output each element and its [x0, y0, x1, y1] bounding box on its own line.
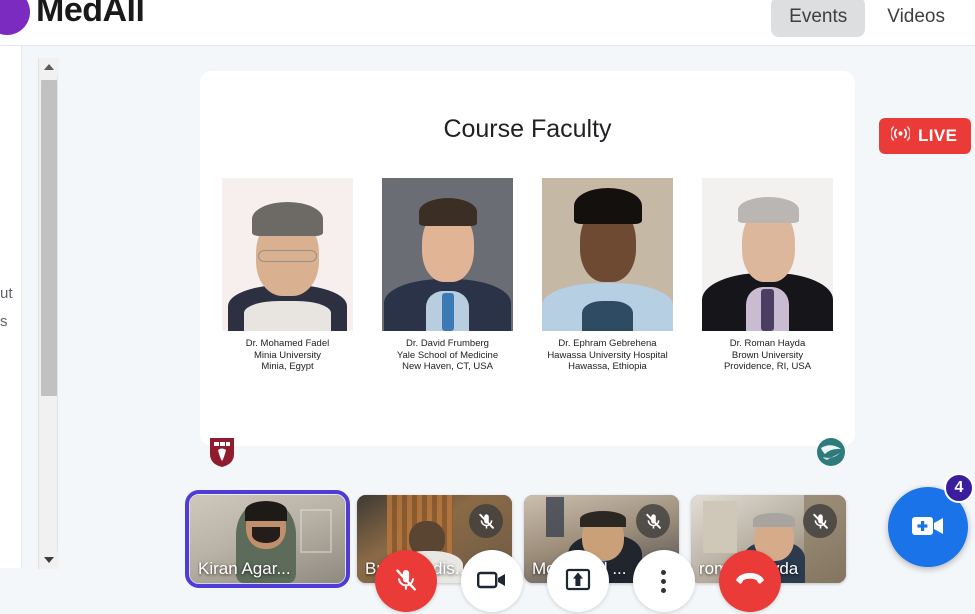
- mic-off-icon: [636, 504, 670, 538]
- harvard-shield-logo: [208, 436, 236, 468]
- scroll-up-arrow-icon[interactable]: [39, 58, 59, 76]
- top-header: MedAll Events Videos: [0, 0, 975, 45]
- tab-videos[interactable]: Videos: [869, 0, 963, 37]
- faculty-photo: [702, 178, 833, 331]
- live-status-badge[interactable]: LIVE: [879, 118, 972, 154]
- faculty-institution: Minia University: [253, 349, 322, 361]
- faculty-caption: Dr. Ephram Gebrehena Hawassa University …: [542, 338, 673, 373]
- left-sidebar-clipped: ut s: [0, 46, 22, 568]
- mic-off-icon: [469, 504, 503, 538]
- microphone-off-button[interactable]: [374, 550, 437, 612]
- faculty-location: Providence, RI, USA: [723, 361, 812, 372]
- faculty-name: Dr. Roman Hayda: [729, 338, 806, 349]
- call-controls-bar: [0, 548, 975, 614]
- brand-logo[interactable]: MedAll: [0, 0, 145, 35]
- faculty-location: New Haven, CT, USA: [402, 361, 493, 372]
- more-options-button[interactable]: [632, 550, 695, 612]
- add-video-icon: [911, 513, 945, 542]
- sidebar-fragment-1[interactable]: ut: [0, 285, 13, 302]
- medall-live-event-page: MedAll Events Videos ut s Course Faculty: [0, 0, 975, 614]
- faculty-photo: [542, 178, 673, 331]
- faculty-card: Dr. David Frumberg Yale School of Medici…: [382, 178, 513, 373]
- slide-title: Course Faculty: [443, 115, 612, 143]
- medall-logo-icon: [0, 0, 30, 35]
- faculty-card: Dr. Mohamed Fadel Minia University Minia…: [222, 178, 353, 373]
- brand-name: MedAll: [36, 0, 145, 29]
- page-body: ut s Course Faculty Dr. Mohamed Fadel Mi…: [0, 46, 975, 614]
- faculty-name: Dr. Ephram Gebrehena: [558, 338, 657, 349]
- broadcast-icon: [890, 126, 911, 146]
- faculty-institution: Brown University: [731, 349, 804, 361]
- faculty-photo: [222, 178, 353, 331]
- sidebar-fragment-2[interactable]: s: [0, 313, 8, 330]
- header-divider: [0, 45, 975, 46]
- faculty-card: Dr. Roman Hayda Brown University Provide…: [702, 178, 833, 373]
- faculty-location: Hawassa, Ethiopia: [568, 361, 647, 372]
- kebab-menu-icon: [661, 569, 666, 593]
- globe-swirl-logo: [817, 438, 845, 466]
- faculty-caption: Dr. Roman Hayda Brown University Provide…: [702, 338, 833, 373]
- scrollbar-thumb[interactable]: [41, 80, 57, 396]
- tab-events[interactable]: Events: [771, 0, 866, 37]
- share-screen-button[interactable]: [546, 550, 609, 612]
- presentation-slide[interactable]: Course Faculty Dr. Mohamed Fadel Minia U…: [200, 71, 855, 467]
- faculty-institution: Yale School of Medicine: [396, 349, 499, 361]
- faculty-photo: [382, 178, 513, 331]
- faculty-caption: Dr. Mohamed Fadel Minia University Minia…: [222, 338, 353, 373]
- faculty-location: Minia, Egypt: [261, 361, 314, 372]
- mic-off-icon: [803, 504, 837, 538]
- vertical-scrollbar[interactable]: [38, 58, 59, 569]
- main-nav: Events Videos: [771, 0, 963, 37]
- live-label: LIVE: [918, 126, 958, 145]
- video-camera-icon: [476, 569, 507, 594]
- screen-share-icon: [565, 568, 591, 595]
- faculty-card: Dr. Ephram Gebrehena Hawassa University …: [542, 178, 673, 373]
- faculty-name: Dr. David Frumberg: [406, 338, 489, 349]
- faculty-institution: Hawassa University Hospital: [547, 349, 668, 361]
- camera-button[interactable]: [460, 550, 523, 612]
- faculty-name: Dr. Mohamed Fadel: [245, 338, 330, 349]
- participant-count-badge: 4: [944, 473, 974, 503]
- end-call-button[interactable]: [718, 550, 781, 612]
- phone-hangup-icon: [735, 571, 765, 592]
- faculty-caption: Dr. David Frumberg Yale School of Medici…: [382, 338, 513, 373]
- faculty-list: Dr. Mohamed Fadel Minia University Minia…: [222, 178, 833, 373]
- mic-off-icon: [393, 567, 419, 596]
